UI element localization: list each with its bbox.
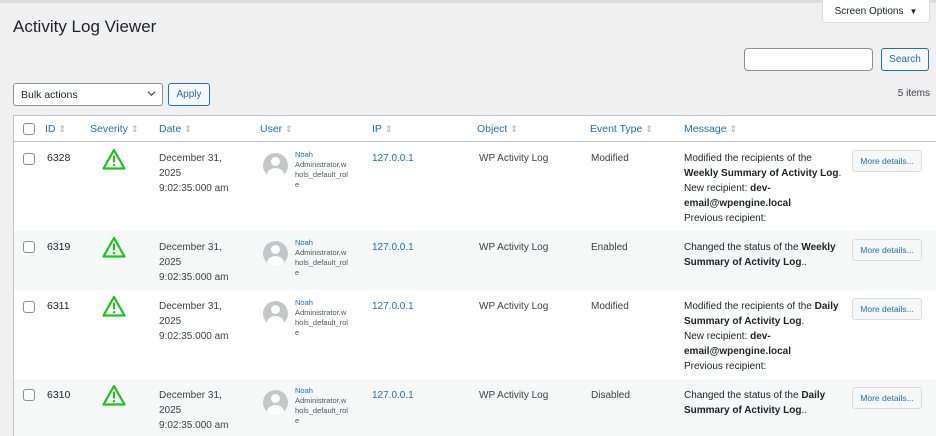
event-object: WP Activity Log (479, 153, 549, 164)
sort-icon: ⇕ (645, 124, 653, 134)
event-type: Disabled (591, 390, 630, 401)
admin-top-border (0, 0, 936, 3)
sort-icon: ⇕ (510, 124, 518, 134)
user-name-link[interactable]: Noah (295, 150, 313, 160)
column-event-type[interactable]: Event Type ⇕ (590, 123, 653, 135)
event-date: December 31, 2025 9:02:35.000 am (159, 242, 229, 283)
select-all-checkbox[interactable] (23, 123, 35, 135)
event-id: 6328 (47, 152, 71, 164)
event-message: Modified the recipients of the Daily Sum… (684, 301, 839, 372)
search-input[interactable] (744, 48, 873, 71)
caret-down-icon: ▼ (909, 6, 918, 16)
sort-icon: ⇕ (729, 124, 738, 134)
column-object[interactable]: Object ⇕ (477, 123, 518, 135)
row-checkbox[interactable] (23, 241, 35, 253)
ip-link[interactable]: 127.0.0.1 (372, 240, 414, 255)
user-role: Administrator,w hols_default_rol e (295, 160, 348, 189)
event-type: Modified (591, 153, 629, 164)
warning-icon (102, 148, 126, 170)
user-name-link[interactable]: Noah (295, 298, 313, 308)
table-row: 6328 December 31, 2025 9:02:35.000 am Noah… (14, 142, 936, 231)
items-count: 5 items (897, 88, 930, 99)
ip-link[interactable]: 127.0.0.1 (372, 388, 414, 403)
user-name-link[interactable]: Noah (295, 386, 313, 396)
avatar (263, 301, 288, 326)
user-role: Administrator,w hols_default_rol e (295, 308, 348, 337)
row-checkbox[interactable] (23, 389, 35, 401)
column-ip[interactable]: IP ⇕ (372, 123, 392, 135)
row-checkbox[interactable] (23, 301, 35, 313)
warning-icon (102, 236, 126, 258)
user-role: Administrator,w hols_default_rol e (295, 248, 348, 277)
avatar (263, 153, 288, 178)
more-details-button[interactable]: More details... (852, 298, 922, 320)
event-message: Modified the recipients of the Weekly Su… (684, 153, 842, 224)
table-row: 6319 December 31, 2025 9:02:35.000 am Noah… (14, 231, 936, 290)
activity-log-table: ID ⇕ Severity ⇕ Date ⇕ User ⇕ IP ⇕ Object ⇕ Ev… (13, 115, 936, 436)
page-title: Activity Log Viewer (13, 17, 157, 36)
more-details-button[interactable]: More details... (852, 150, 922, 172)
bulk-actions-select[interactable]: Bulk actions (13, 83, 163, 106)
event-object: WP Activity Log (479, 301, 549, 312)
bulk-actions-value: Bulk actions (21, 88, 78, 101)
screen-options-label: Screen Options (834, 5, 904, 17)
screen-options-button[interactable]: Screen Options ▼ (822, 0, 930, 23)
event-object: WP Activity Log (479, 242, 549, 253)
column-id[interactable]: ID ⇕ (45, 123, 66, 135)
ip-link[interactable]: 127.0.0.1 (372, 299, 414, 314)
more-details-button[interactable]: More details... (852, 387, 922, 409)
event-type: Modified (591, 301, 629, 312)
avatar (263, 241, 288, 266)
apply-button[interactable]: Apply (168, 83, 210, 106)
more-details-button[interactable]: More details... (852, 239, 922, 261)
event-date: December 31, 2025 9:02:35.000 am (159, 390, 229, 431)
user-role: Administrator,w hols_default_rol e (295, 396, 348, 425)
column-message[interactable]: Message ⇕ (684, 123, 737, 135)
event-message: Changed the status of the Daily Summary … (684, 390, 826, 416)
event-type: Enabled (591, 242, 628, 253)
ip-link[interactable]: 127.0.0.1 (372, 151, 414, 166)
table-row: 6310 December 31, 2025 9:02:35.000 am Noah… (14, 379, 936, 436)
table-row: 6311 December 31, 2025 9:02:35.000 am Noah… (14, 290, 936, 379)
avatar (263, 390, 288, 415)
event-object: WP Activity Log (479, 390, 549, 401)
event-id: 6311 (47, 300, 70, 312)
sort-icon: ⇕ (184, 124, 192, 134)
user-name-link[interactable]: Noah (295, 238, 313, 248)
column-date[interactable]: Date ⇕ (159, 123, 192, 135)
table-header: ID ⇕ Severity ⇕ Date ⇕ User ⇕ IP ⇕ Object ⇕ Ev… (14, 116, 936, 142)
search-button[interactable]: Search (881, 48, 929, 71)
event-id: 6319 (47, 241, 71, 253)
sort-icon: ⇕ (384, 124, 393, 134)
sort-icon: ⇕ (130, 124, 139, 134)
event-date: December 31, 2025 9:02:35.000 am (159, 153, 229, 194)
column-user[interactable]: User ⇕ (260, 123, 293, 135)
warning-icon (102, 295, 126, 317)
row-checkbox[interactable] (23, 153, 35, 165)
event-message: Changed the status of the Weekly Summary… (684, 242, 836, 268)
event-date: December 31, 2025 9:02:35.000 am (159, 301, 229, 342)
sort-icon: ⇕ (58, 124, 67, 134)
column-severity[interactable]: Severity ⇕ (90, 123, 138, 135)
sort-icon: ⇕ (285, 124, 293, 134)
warning-icon (102, 384, 126, 406)
chevron-down-icon (147, 89, 156, 100)
event-id: 6310 (47, 389, 71, 401)
